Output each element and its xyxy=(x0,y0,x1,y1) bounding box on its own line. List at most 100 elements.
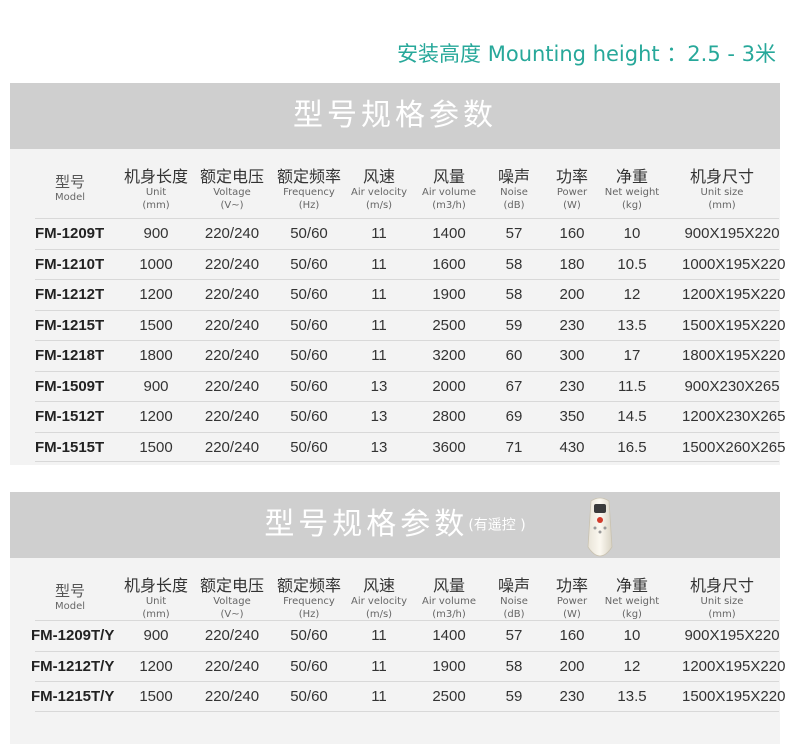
table-cell: 3200 xyxy=(432,347,466,364)
table-cell: 2800 xyxy=(432,408,466,425)
table-cell: 2500 xyxy=(432,316,466,334)
t1-header-en: (mm) xyxy=(142,200,170,211)
table-cell: 13.5 xyxy=(617,688,647,705)
table-cell: 11 xyxy=(371,286,387,303)
table-row: FM-1218T 1800 220/240 50/60 11 3200 60 300 17 180… xyxy=(35,340,786,371)
table-cell: 12 xyxy=(623,657,641,675)
table-2-subtitle: (有遥控 ) xyxy=(468,517,526,534)
table-cell: 50/60 xyxy=(290,225,328,242)
t1-header-en: (m/s) xyxy=(365,200,393,211)
table-row: FM-1215T 1500 220/240 50/60 11 2500 59 230 13.5 1… xyxy=(35,309,785,341)
t1-header-en: Air velocity xyxy=(351,187,407,198)
t1-header-cn: 风速 xyxy=(362,167,395,186)
table-cell: 12 xyxy=(623,286,641,303)
t1-header-en: Unit xyxy=(145,187,167,198)
table-cell: 50/60 xyxy=(290,255,328,273)
table-cell: 1900 xyxy=(432,286,466,303)
t2-header-6: 噪声 Noise (dB) xyxy=(489,576,539,621)
table-cell: 50/60 xyxy=(290,627,328,644)
table-cell: 50/60 xyxy=(290,316,328,334)
t1-header-en: Frequency xyxy=(283,187,335,198)
t2-header-en: Frequency xyxy=(283,596,335,607)
t1-header-en: (W) xyxy=(563,200,581,211)
t1-header-cn: 净重 xyxy=(615,167,648,186)
t2-header-cn: 功率 xyxy=(555,576,588,595)
t1-header-en: (m3/h) xyxy=(432,200,466,211)
t2-header-en: (mm) xyxy=(142,609,170,620)
table-cell: 10.5 xyxy=(617,255,647,273)
t2-header-cn: 机身长度 xyxy=(123,576,188,595)
t2-header-cn: 额定电压 xyxy=(199,576,264,595)
t1-header-7: 功率 Power (W) xyxy=(547,169,597,212)
t2-header-0: 型号 Model xyxy=(35,584,105,613)
table-cell: 1400 xyxy=(432,225,466,242)
table-cell: 220/240 xyxy=(204,408,260,425)
table-row: FM-1215T/Y 1500 220/240 50/60 11 2500 59 230 13.… xyxy=(31,681,785,712)
table-cell: 1800 xyxy=(139,347,173,364)
table-cell: 220/240 xyxy=(204,347,260,364)
table-row: FM-1512T 1200 220/240 50/60 13 2800 69 350 14.5 1… xyxy=(35,401,786,432)
table-cell: 11 xyxy=(371,657,387,675)
table-cell: 900X230X265 xyxy=(684,377,780,395)
t1-header-cn: 额定频率 xyxy=(276,167,341,186)
t1-header-en: (dB) xyxy=(503,200,525,211)
table-cell: 2500 xyxy=(432,688,466,705)
table-cell: 1200X195X220 xyxy=(682,286,786,303)
table-cell: 11 xyxy=(371,627,387,644)
t2-header-cn: 净重 xyxy=(615,576,648,595)
table-row: FM-1212T/Y 1200 220/240 50/60 11 1900 58 200 12 1… xyxy=(31,650,785,682)
table-cell: 11 xyxy=(371,255,387,273)
table-cell: 1500 xyxy=(139,688,173,705)
table-cell: 50/60 xyxy=(290,347,328,364)
table-cell: 2000 xyxy=(432,377,466,395)
table-cell: 13 xyxy=(370,408,388,425)
table-cell: 11 xyxy=(371,225,387,242)
table-cell: 1200 xyxy=(139,408,173,425)
table-cell: 11 xyxy=(371,316,387,334)
t1-header-5: 风量 Air volume (m3/h) xyxy=(411,169,487,212)
table-cell: 50/60 xyxy=(290,286,328,303)
table-1-title-text: 型号规格参数 xyxy=(293,98,497,133)
t1-header-cn: 机身尺寸 xyxy=(689,167,754,186)
table-cell: 220/240 xyxy=(204,438,260,456)
t2-header-en: Noise xyxy=(500,596,528,607)
t1-header-2: 额定电压 Voltage (V~) xyxy=(194,167,270,212)
table-cell: 220/240 xyxy=(204,316,260,334)
t1-header-cn: 型号 xyxy=(54,173,85,191)
table-row: FM-1212T 1200 220/240 50/60 11 1900 58 200 12 120… xyxy=(35,279,786,310)
table-1-rows: FM-1209T 900 220/240 50/60 11 1400 57 160 10 900X… xyxy=(35,218,786,462)
t2-header-cn: 机身尺寸 xyxy=(689,576,754,595)
table-cell: 1900 xyxy=(432,657,466,675)
table-2-title: 型号规格参数(有遥控 ) xyxy=(10,492,780,558)
t1-header-en: Model xyxy=(54,192,86,203)
model-cell: FM-1215T/Y xyxy=(31,688,115,705)
table-cell: 220/240 xyxy=(204,657,260,675)
model-cell: FM-1509T xyxy=(35,377,105,395)
t2-header-cn: 噪声 xyxy=(497,576,530,595)
table-cell: 10 xyxy=(623,225,641,242)
t1-header-en: (V~) xyxy=(220,200,244,211)
t1-header-en: Noise xyxy=(500,187,528,198)
t2-header-cn: 额定频率 xyxy=(276,576,341,595)
t2-header-en: (dB) xyxy=(503,609,525,620)
table-cell: 1800X195X220 xyxy=(682,347,786,364)
t1-header-0: 型号 Model xyxy=(35,173,105,204)
t2-header-4: 风速 Air velocity (m/s) xyxy=(344,576,414,621)
t1-header-cn: 额定电压 xyxy=(199,167,264,186)
remote-control-icon xyxy=(587,497,613,557)
table-row: FM-1509T 900 220/240 50/60 13 2000 67 230 11.5 90… xyxy=(35,370,780,402)
table-row: FM-1209T/Y 900 220/240 50/60 11 1400 57 160 10 90… xyxy=(31,620,780,651)
table-cell: 900 xyxy=(143,627,169,644)
mounting-height: 安装高度 Mounting height ：2.5 - 3米 xyxy=(397,42,776,66)
t2-header-en: Model xyxy=(54,601,86,612)
table-cell: 1200X230X265 xyxy=(682,408,786,425)
t2-header-en: Unit xyxy=(145,596,167,607)
t2-header-9: 机身尺寸 Unit size (mm) xyxy=(677,576,767,621)
t2-header-cn: 风速 xyxy=(362,576,395,595)
t1-header-8: 净重 Net weight (kg) xyxy=(597,167,667,212)
t2-header-en: Air velocity xyxy=(351,596,407,607)
table-cell: 900X195X220 xyxy=(684,627,780,644)
t2-header-en: (mm) xyxy=(708,609,736,620)
t1-header-cn: 机身长度 xyxy=(123,167,188,186)
t2-header-en: (m3/h) xyxy=(432,609,466,620)
